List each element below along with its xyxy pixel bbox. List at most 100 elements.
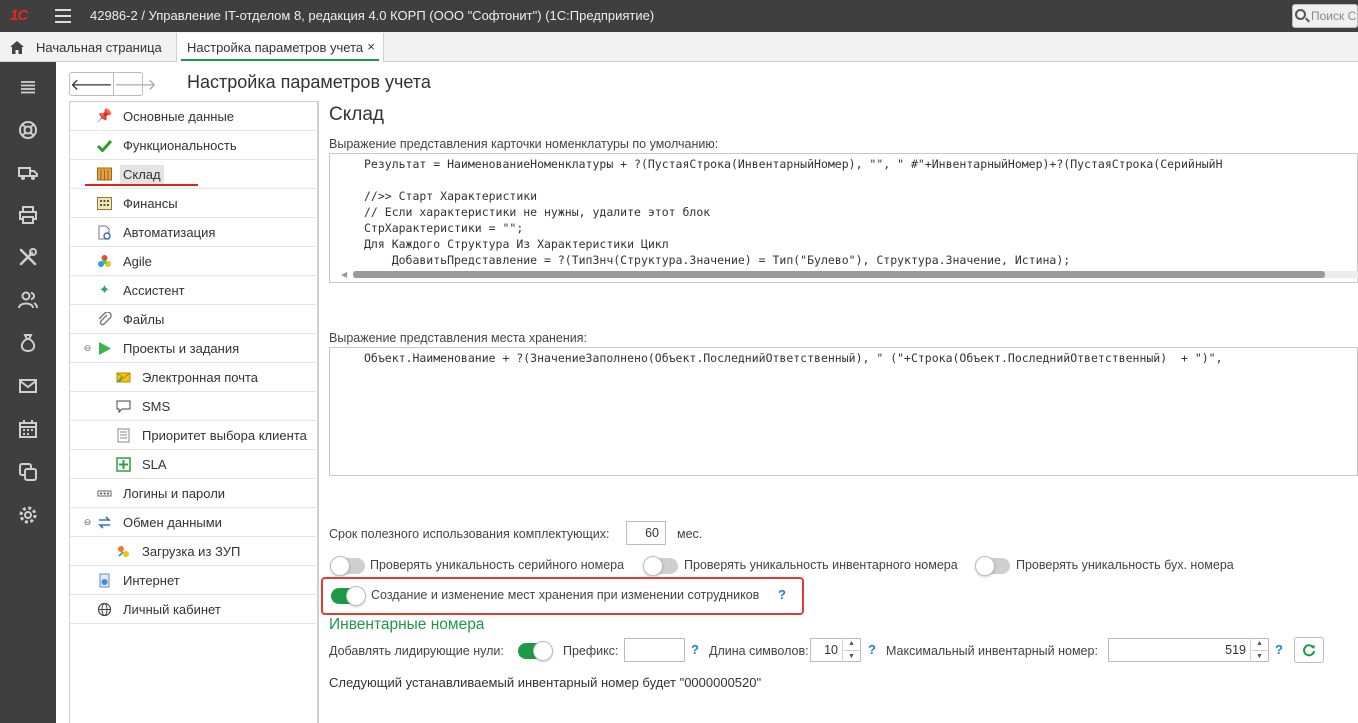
- list-icon: [116, 428, 131, 443]
- nav-item-label: Обмен данными: [123, 514, 222, 530]
- nav-item-logins[interactable]: Логины и пароли: [70, 479, 318, 508]
- list-icon[interactable]: [17, 76, 39, 98]
- leading-zeros-toggle[interactable]: [518, 641, 553, 661]
- nav-item-label: SLA: [142, 456, 167, 472]
- unique-inventory-toggle[interactable]: [643, 556, 678, 576]
- code-line: Объект.Наименование + ?(ЗначениеЗаполнен…: [364, 351, 1223, 365]
- exchange-icon: [97, 515, 112, 530]
- collapse-icon[interactable]: ⊖: [80, 341, 95, 356]
- code-line: СтрХарактеристики = "";: [364, 221, 524, 235]
- printer-icon[interactable]: [17, 204, 39, 226]
- back-button[interactable]: 🡐: [70, 73, 113, 95]
- unique-accounting-toggle[interactable]: [975, 556, 1010, 576]
- menu-icon[interactable]: [55, 9, 71, 23]
- code-line: ДобавитьПредставление = ?(ТипЗнч(Структу…: [364, 253, 1071, 267]
- help-icon[interactable]: ?: [868, 642, 876, 657]
- nav-item-label: Ассистент: [123, 282, 185, 298]
- card-expr-editor[interactable]: Результат = НаименованиеНоменклатуры + ?…: [329, 153, 1358, 283]
- leading-zeros-label: Добавлять лидирующие нули:: [329, 644, 504, 658]
- nav-item-assistant[interactable]: ✦ Ассистент: [70, 276, 318, 305]
- help-icon[interactable]: ?: [1275, 642, 1283, 657]
- internet-icon: [97, 573, 112, 588]
- help-icon[interactable]: ?: [691, 642, 699, 657]
- storage-expr-editor[interactable]: Объект.Наименование + ?(ЗначениеЗаполнен…: [329, 347, 1358, 476]
- nav-item-label: Файлы: [123, 311, 165, 327]
- lifebuoy-icon[interactable]: [17, 119, 39, 141]
- copy-icon[interactable]: [17, 461, 39, 483]
- nav-item-email[interactable]: Электронная почта: [70, 363, 318, 392]
- nav-item-finance[interactable]: Финансы: [70, 189, 318, 218]
- length-stepper[interactable]: ▲ ▼: [842, 638, 860, 662]
- section-title: Склад: [329, 104, 384, 125]
- unique-serial-toggle[interactable]: [330, 556, 365, 576]
- sla-icon: [116, 456, 131, 472]
- app-logo[interactable]: 1С: [10, 7, 46, 25]
- nav-item-personal-account[interactable]: Личный кабинет: [70, 595, 318, 624]
- sparkle-icon: ✦: [99, 282, 110, 297]
- mail-icon[interactable]: [17, 375, 39, 397]
- calendar-icon[interactable]: [17, 418, 39, 440]
- warehouse-icon: [97, 167, 112, 182]
- home-icon: [10, 40, 24, 54]
- nav-item-label: Agile: [123, 253, 152, 269]
- nav-item-internet[interactable]: Интернет: [70, 566, 318, 595]
- paperclip-icon: [97, 311, 112, 327]
- tools-icon[interactable]: [17, 246, 39, 268]
- nav-item-client-priority[interactable]: Приоритет выбора клиента: [70, 421, 318, 450]
- app-title: 42986-2 / Управление IT-отделом 8, редак…: [90, 8, 655, 23]
- max-number-input[interactable]: 519: [1108, 638, 1269, 662]
- scrollbar-thumb[interactable]: [353, 271, 1325, 278]
- nav-item-label: Электронная почта: [142, 369, 259, 385]
- nav-item-label: Приоритет выбора клиента: [142, 427, 307, 443]
- refresh-button[interactable]: [1294, 637, 1324, 663]
- unique-serial-label: Проверять уникальность серийного номера: [370, 558, 625, 572]
- calculator-icon: [97, 196, 112, 211]
- tab-settings-label: Настройка параметров учета: [187, 40, 364, 55]
- nav-item-automation[interactable]: Автоматизация: [70, 218, 318, 247]
- panel-divider[interactable]: [318, 101, 319, 723]
- nav-item-agile[interactable]: Agile: [70, 247, 318, 276]
- agile-icon: [97, 254, 112, 269]
- nav-item-files[interactable]: Файлы: [70, 305, 318, 334]
- lifetime-unit: мес.: [677, 527, 703, 541]
- max-number-stepper[interactable]: ▲ ▼: [1250, 638, 1268, 662]
- max-number-label: Максимальный инвентарный номер:: [886, 644, 1098, 658]
- nav-item-label: Автоматизация: [123, 224, 216, 240]
- nav-item-functionality[interactable]: Функциональность: [70, 131, 318, 160]
- check-icon: [97, 138, 112, 153]
- globe-icon: [97, 602, 112, 617]
- nav-item-sla[interactable]: SLA: [70, 450, 318, 479]
- nav-item-sms[interactable]: SMS: [70, 392, 318, 421]
- tab-home[interactable]: Начальная страница: [0, 32, 172, 62]
- lifetime-input[interactable]: 60: [626, 521, 666, 545]
- password-icon: [97, 486, 112, 501]
- annotation-underline: [85, 184, 198, 186]
- nav-item-label: Основные данные: [123, 108, 235, 124]
- collapse-icon[interactable]: ⊖: [80, 515, 95, 530]
- prefix-label: Префикс:: [563, 644, 619, 658]
- nav-item-zup-import[interactable]: Загрузка из ЗУП: [70, 537, 318, 566]
- nav-item-projects[interactable]: ⊖ Проекты и задания: [70, 334, 318, 363]
- tab-home-label: Начальная страница: [36, 39, 162, 55]
- forward-button[interactable]: 🡒: [112, 73, 157, 95]
- inventory-group-title: Инвентарные номера: [329, 616, 485, 633]
- users-icon[interactable]: [17, 289, 39, 311]
- import-icon: [116, 544, 131, 559]
- tab-settings[interactable]: Настройка параметров учета ×: [176, 33, 384, 62]
- storage-places-toggle[interactable]: [331, 586, 366, 606]
- settings-gear-icon[interactable]: [17, 504, 39, 526]
- refresh-icon: [1303, 644, 1315, 657]
- code-line: Результат = НаименованиеНоменклатуры + ?…: [364, 157, 1223, 171]
- close-icon[interactable]: ×: [367, 39, 375, 54]
- prefix-input[interactable]: [624, 638, 685, 662]
- nav-item-label: SMS: [142, 398, 171, 414]
- nav-item-main-data[interactable]: 📌 Основные данные: [70, 102, 318, 131]
- history-nav: 🡐 🡒: [69, 72, 157, 96]
- scroll-left-icon[interactable]: ◀: [341, 270, 349, 279]
- card-expr-label: Выражение представления карточки номенкл…: [329, 137, 719, 151]
- play-icon: [97, 341, 112, 356]
- truck-icon[interactable]: [17, 162, 39, 184]
- nav-item-data-exchange[interactable]: ⊖ Обмен данными: [70, 508, 318, 537]
- help-icon[interactable]: ?: [778, 587, 786, 602]
- money-bag-icon[interactable]: [17, 332, 39, 354]
